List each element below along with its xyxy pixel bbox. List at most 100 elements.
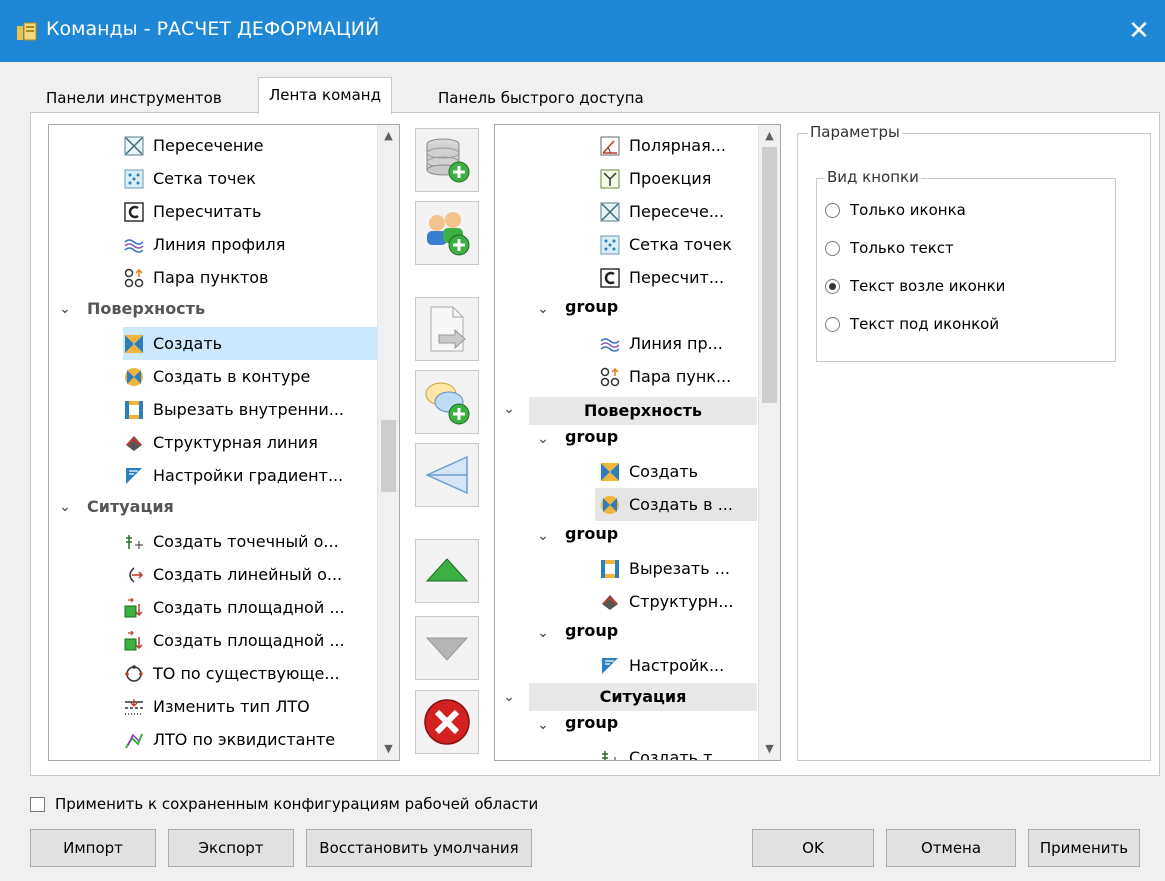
- tree-item[interactable]: Линия профиля: [123, 228, 377, 261]
- tab-toolbars[interactable]: Панели инструментов: [36, 83, 232, 113]
- move-down-button[interactable]: [415, 616, 479, 680]
- tree-item[interactable]: Создать точечный о...: [123, 525, 377, 558]
- tree-item[interactable]: Создать площадной ...: [123, 591, 377, 624]
- scroll-up-icon[interactable]: ▲: [378, 125, 399, 147]
- tree-item[interactable]: Пересече...: [599, 195, 757, 228]
- tree-group[interactable]: group: [565, 621, 618, 640]
- tree-item[interactable]: Пересчитать: [123, 195, 377, 228]
- tree-item[interactable]: Вырезать внутренни...: [123, 393, 377, 426]
- radio-text-only[interactable]: Только текст: [825, 239, 954, 257]
- right-scrollbar[interactable]: ▲ ▼: [758, 125, 780, 760]
- gradient-settings-icon: [599, 655, 621, 677]
- radio-text-under-icon[interactable]: Текст под иконкой: [825, 315, 999, 333]
- tree-item[interactable]: Настройки градиент...: [123, 459, 377, 492]
- tree-item[interactable]: ТО по существующе...: [123, 657, 377, 690]
- radio-label: Текст под иконкой: [850, 315, 1000, 333]
- tree-item[interactable]: Полярная...: [599, 129, 757, 162]
- tree-group[interactable]: group: [565, 713, 618, 732]
- scroll-down-icon[interactable]: ▼: [378, 738, 399, 760]
- tree-item[interactable]: Сетка точек: [599, 228, 757, 261]
- tree-item[interactable]: Пара пунк...: [599, 360, 757, 393]
- move-right-button[interactable]: [415, 297, 479, 361]
- tab-panel: Пересечение Сетка точек Пересчитать Лини…: [30, 112, 1160, 776]
- restore-defaults-button[interactable]: Восстановить умолчания: [306, 829, 532, 867]
- add-users-button[interactable]: [415, 201, 479, 265]
- ok-button[interactable]: OK: [752, 829, 874, 867]
- existing-object-icon: [123, 663, 145, 685]
- tree-item[interactable]: ЛТО по эквидистанте: [123, 723, 377, 756]
- tree-item[interactable]: Структурная линия: [123, 426, 377, 459]
- left-scrollbar[interactable]: ▲ ▼: [377, 125, 399, 760]
- tree-item[interactable]: Структурн...: [599, 585, 757, 618]
- scroll-thumb[interactable]: [762, 147, 777, 403]
- cancel-button[interactable]: Отмена: [886, 829, 1016, 867]
- intersection-icon: [123, 135, 145, 157]
- close-icon[interactable]: ✕: [1113, 0, 1165, 62]
- chevron-down-icon[interactable]: ⌄: [501, 401, 517, 417]
- tree-item[interactable]: Создать: [123, 327, 377, 360]
- tree-group[interactable]: group: [565, 427, 618, 446]
- scroll-up-icon[interactable]: ▲: [759, 125, 780, 147]
- tree-item-label: Пара пунктов: [153, 268, 269, 287]
- tree-item[interactable]: Проекция: [599, 162, 757, 195]
- tree-item-selected[interactable]: Создать в ...: [595, 488, 757, 521]
- tree-item[interactable]: Создать: [599, 455, 757, 488]
- chevron-down-icon[interactable]: ⌄: [57, 499, 73, 515]
- tree-item[interactable]: Настройк...: [599, 649, 757, 682]
- change-line-type-icon: [123, 696, 145, 718]
- ribbon-tab-surface[interactable]: Поверхность: [529, 397, 757, 425]
- parameters-title: Параметры: [808, 123, 902, 141]
- export-button[interactable]: Экспорт: [168, 829, 294, 867]
- radio-icon-only[interactable]: Только иконка: [825, 201, 966, 219]
- tree-group[interactable]: group: [565, 297, 618, 316]
- tree-item[interactable]: Изменить тип ЛТО: [123, 690, 377, 723]
- scroll-thumb[interactable]: [381, 420, 396, 492]
- tab-ribbon[interactable]: Лента команд: [258, 77, 392, 114]
- ribbon-tab-situation[interactable]: Ситуация: [529, 683, 757, 711]
- tree-group-surface[interactable]: Поверхность: [87, 299, 205, 318]
- chevron-down-icon[interactable]: ⌄: [57, 301, 73, 317]
- surface-create-icon: [123, 333, 145, 355]
- delete-button[interactable]: [415, 690, 479, 754]
- tree-item[interactable]: Сетка точек: [123, 162, 377, 195]
- tree-item[interactable]: Создать в контуре: [123, 360, 377, 393]
- tree-item[interactable]: Вырезать ...: [599, 552, 757, 585]
- radio-circle[interactable]: [825, 202, 840, 218]
- recalculate-icon: [599, 267, 621, 289]
- ribbon-structure-tree[interactable]: Полярная... Проекция Пересече... Сетка т…: [494, 124, 781, 761]
- apply-button[interactable]: Применить: [1028, 829, 1140, 867]
- tree-item[interactable]: Создать площадной ...: [123, 624, 377, 657]
- add-separator-button[interactable]: [415, 443, 479, 507]
- chevron-down-icon[interactable]: ⌄: [535, 431, 551, 447]
- tree-item[interactable]: Создать т...: [599, 741, 757, 760]
- import-button[interactable]: Импорт: [30, 829, 156, 867]
- checkbox-box[interactable]: [30, 796, 45, 812]
- tree-item[interactable]: Пара пунктов: [123, 261, 377, 294]
- tree-group-situation[interactable]: Ситуация: [87, 497, 174, 516]
- available-commands-tree[interactable]: Пересечение Сетка точек Пересчитать Лини…: [48, 124, 400, 761]
- move-up-button[interactable]: [415, 539, 479, 603]
- radio-circle[interactable]: [825, 316, 840, 332]
- add-database-button[interactable]: [415, 128, 479, 192]
- tree-item[interactable]: Создать линейный о...: [123, 558, 377, 591]
- radio-text-beside-icon[interactable]: Текст возле иконки: [825, 277, 1005, 295]
- tree-item[interactable]: Пересчит...: [599, 261, 757, 294]
- chevron-down-icon[interactable]: ⌄: [535, 528, 551, 544]
- add-comment-button[interactable]: [415, 370, 479, 434]
- scroll-down-icon[interactable]: ▼: [759, 738, 780, 760]
- tree-item[interactable]: Линия пр...: [599, 327, 757, 360]
- apply-saved-configs-checkbox[interactable]: Применить к сохраненным конфигурациям ра…: [30, 795, 538, 813]
- chevron-down-icon[interactable]: ⌄: [535, 625, 551, 641]
- cut-inner-icon: [599, 558, 621, 580]
- chevron-down-icon[interactable]: ⌄: [535, 301, 551, 317]
- tree-group[interactable]: group: [565, 524, 618, 543]
- tree-item[interactable]: Пересечение: [123, 129, 377, 162]
- tree-item-label: Настройки градиент...: [153, 466, 344, 485]
- chevron-down-icon[interactable]: ⌄: [501, 689, 517, 705]
- tree-item-label: Линия пр...: [629, 334, 723, 353]
- radio-circle-selected[interactable]: [825, 278, 840, 294]
- tree-item-label: Сетка точек: [153, 169, 256, 188]
- tab-quick-access[interactable]: Панель быстрого доступа: [428, 83, 654, 113]
- chevron-down-icon[interactable]: ⌄: [535, 717, 551, 733]
- radio-circle[interactable]: [825, 240, 840, 256]
